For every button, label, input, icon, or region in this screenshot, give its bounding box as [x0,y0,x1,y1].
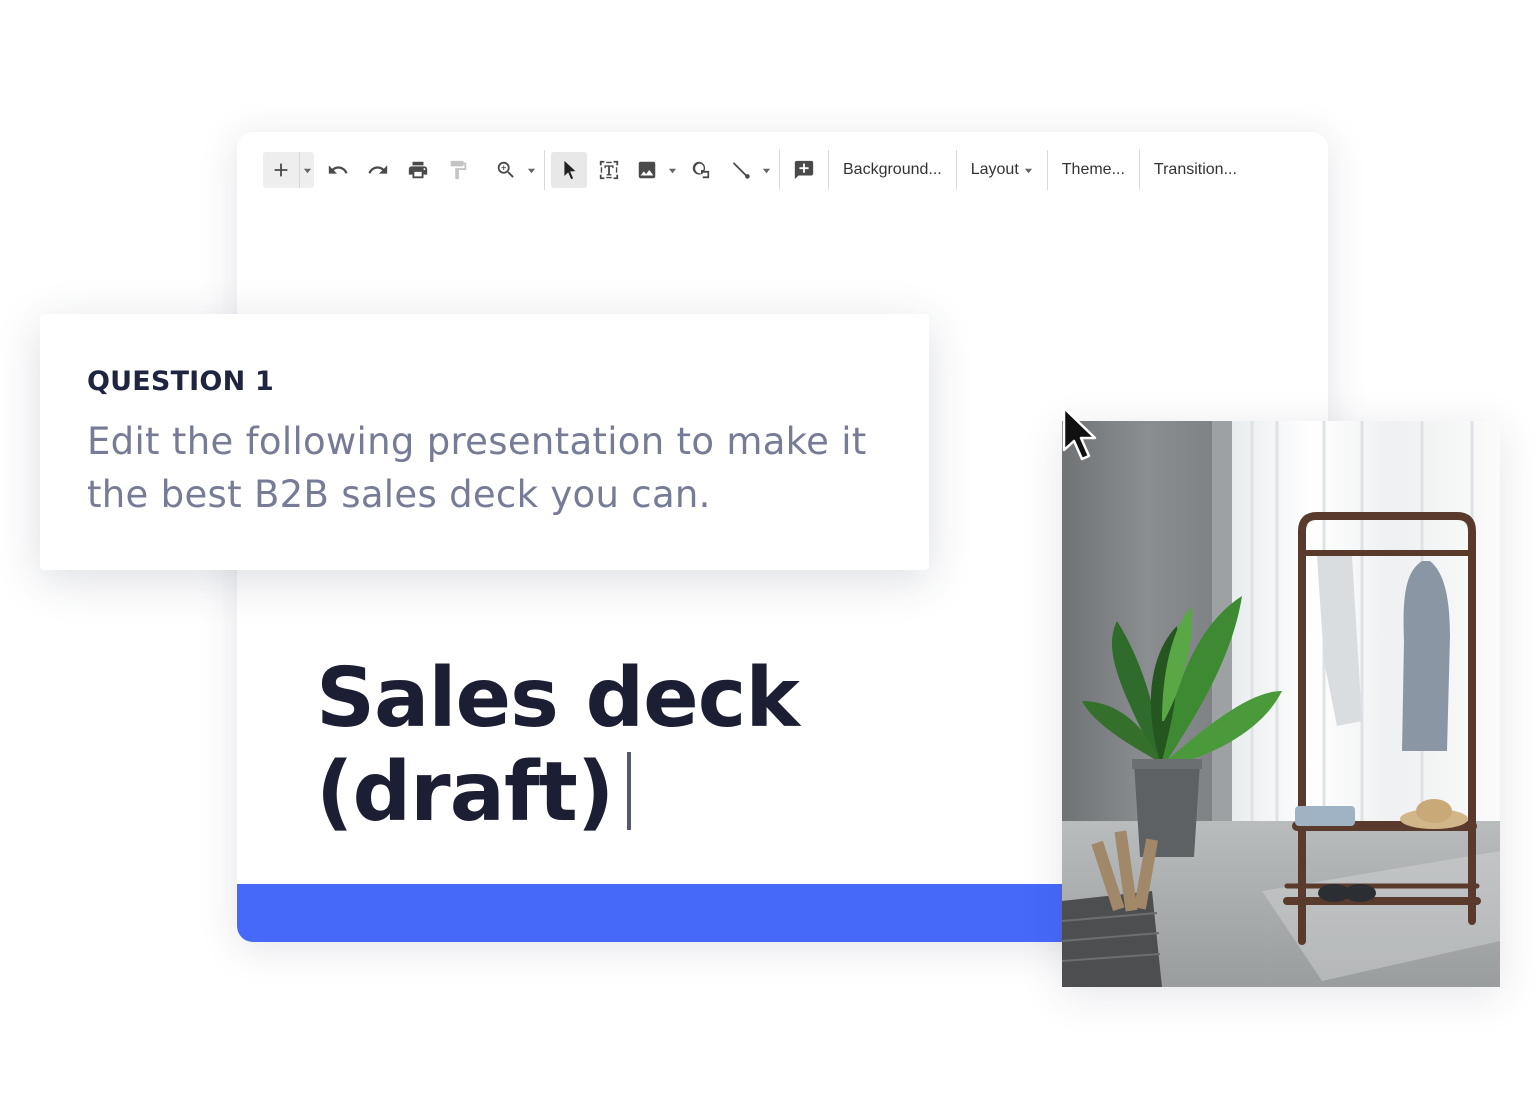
insert-image-button[interactable] [629,152,665,188]
photo-illustration [1062,421,1500,987]
line-button[interactable] [723,152,759,188]
paint-format-button[interactable] [440,152,476,188]
print-icon [408,161,428,179]
chevron-down-icon [1024,166,1033,175]
new-slide-button[interactable] [263,152,299,188]
theme-label: Theme... [1061,161,1125,178]
toolbar-divider [1138,150,1140,190]
transition-label: Transition... [1153,161,1237,178]
text-cursor [627,752,632,830]
slide-title-line-2-wrap: (draft) [316,746,1016,840]
slide-title-line-1: Sales deck [316,651,800,746]
toolbar: Background... Layout Theme... Transition… [263,150,1245,190]
new-slide-dropdown[interactable] [299,152,314,188]
undo-button[interactable] [320,152,356,188]
theme-button[interactable]: Theme... [1054,152,1133,188]
zoom-icon [497,161,514,178]
insert-image-dropdown[interactable] [665,166,679,175]
mouse-pointer-icon [1062,406,1097,461]
text-box-icon [599,160,619,180]
select-tool-button[interactable] [551,152,587,188]
undo-icon [328,165,348,174]
comment-add-icon [794,160,814,180]
redo-button[interactable] [360,152,396,188]
redo-icon [368,165,388,174]
chevron-down-icon [668,168,676,173]
toolbar-divider [1046,150,1048,190]
shape-button[interactable] [683,152,719,188]
add-comment-button[interactable] [786,152,822,188]
transition-button[interactable]: Transition... [1146,152,1245,188]
zoom-dropdown[interactable] [524,166,538,175]
toolbar-divider [955,150,957,190]
background-button[interactable]: Background... [835,152,950,188]
background-label: Background... [843,161,942,178]
toolbar-divider [779,150,780,190]
question-label: QUESTION 1 [87,366,274,397]
text-box-button[interactable] [591,152,627,188]
print-button[interactable] [400,152,436,188]
toolbar-divider [544,150,545,190]
slide-photo[interactable] [1062,421,1500,987]
chevron-down-icon [527,168,535,173]
shape-icon [692,161,710,179]
question-card: QUESTION 1 Edit the following presentati… [40,314,929,570]
plus-icon [274,163,288,177]
select-cursor-icon [564,160,576,180]
chevron-down-icon [762,168,770,173]
image-icon [638,161,656,179]
question-text: Edit the following presentation to make … [87,420,867,516]
new-slide-group [263,152,314,188]
slide-title-textbox[interactable]: Sales deck (draft) [316,652,1016,840]
layout-label: Layout [970,161,1019,178]
layout-button[interactable]: Layout [963,152,1041,188]
toolbar-divider [828,150,829,190]
chevron-down-icon [303,168,311,173]
line-icon [732,162,750,179]
paint-format-icon [450,160,467,180]
slide-title-line-2: (draft) [316,745,614,840]
zoom-button[interactable] [488,152,524,188]
line-dropdown[interactable] [759,166,773,175]
